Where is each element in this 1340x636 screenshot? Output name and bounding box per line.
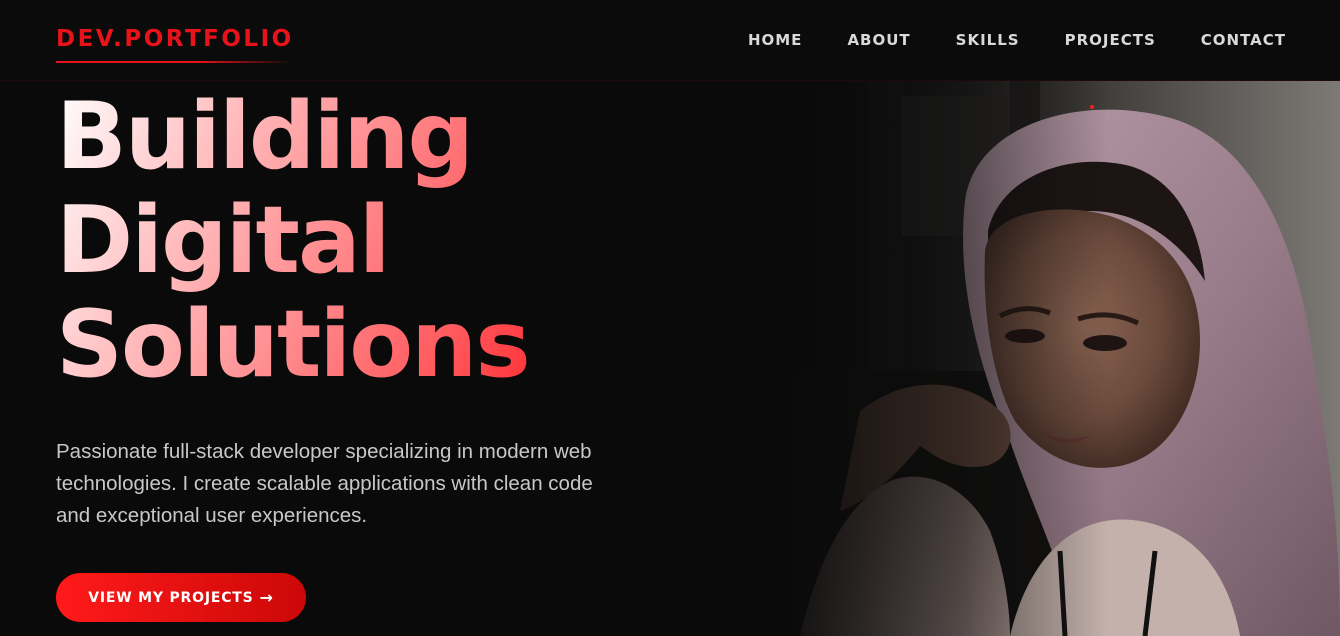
nav-link-projects[interactable]: PROJECTS bbox=[1065, 31, 1156, 49]
navbar: DEV.PORTFOLIO HOME ABOUT SKILLS PROJECTS… bbox=[0, 0, 1340, 81]
arrow-right-icon: → bbox=[259, 588, 274, 607]
nav-link-about[interactable]: ABOUT bbox=[847, 31, 910, 49]
hero-title: Building Digital Solutions bbox=[56, 84, 696, 396]
nav-link-skills[interactable]: SKILLS bbox=[956, 31, 1020, 49]
nav-link-contact[interactable]: CONTACT bbox=[1201, 31, 1286, 49]
hero-description: Passionate full-stack developer speciali… bbox=[56, 440, 593, 527]
hero-portrait-photo bbox=[760, 81, 1340, 636]
logo-underline bbox=[56, 61, 294, 63]
view-projects-button-label: VIEW MY PROJECTS bbox=[88, 589, 254, 606]
hero-title-line-3: Solutions bbox=[56, 290, 529, 398]
nav-link-home[interactable]: HOME bbox=[748, 31, 802, 49]
hero-title-line-1: Building bbox=[56, 82, 473, 190]
nav-links: HOME ABOUT SKILLS PROJECTS CONTACT bbox=[748, 31, 1286, 49]
hero-title-line-2: Digital bbox=[56, 186, 389, 294]
view-projects-button[interactable]: VIEW MY PROJECTS → bbox=[56, 573, 306, 622]
site-logo[interactable]: DEV.PORTFOLIO bbox=[56, 26, 294, 52]
